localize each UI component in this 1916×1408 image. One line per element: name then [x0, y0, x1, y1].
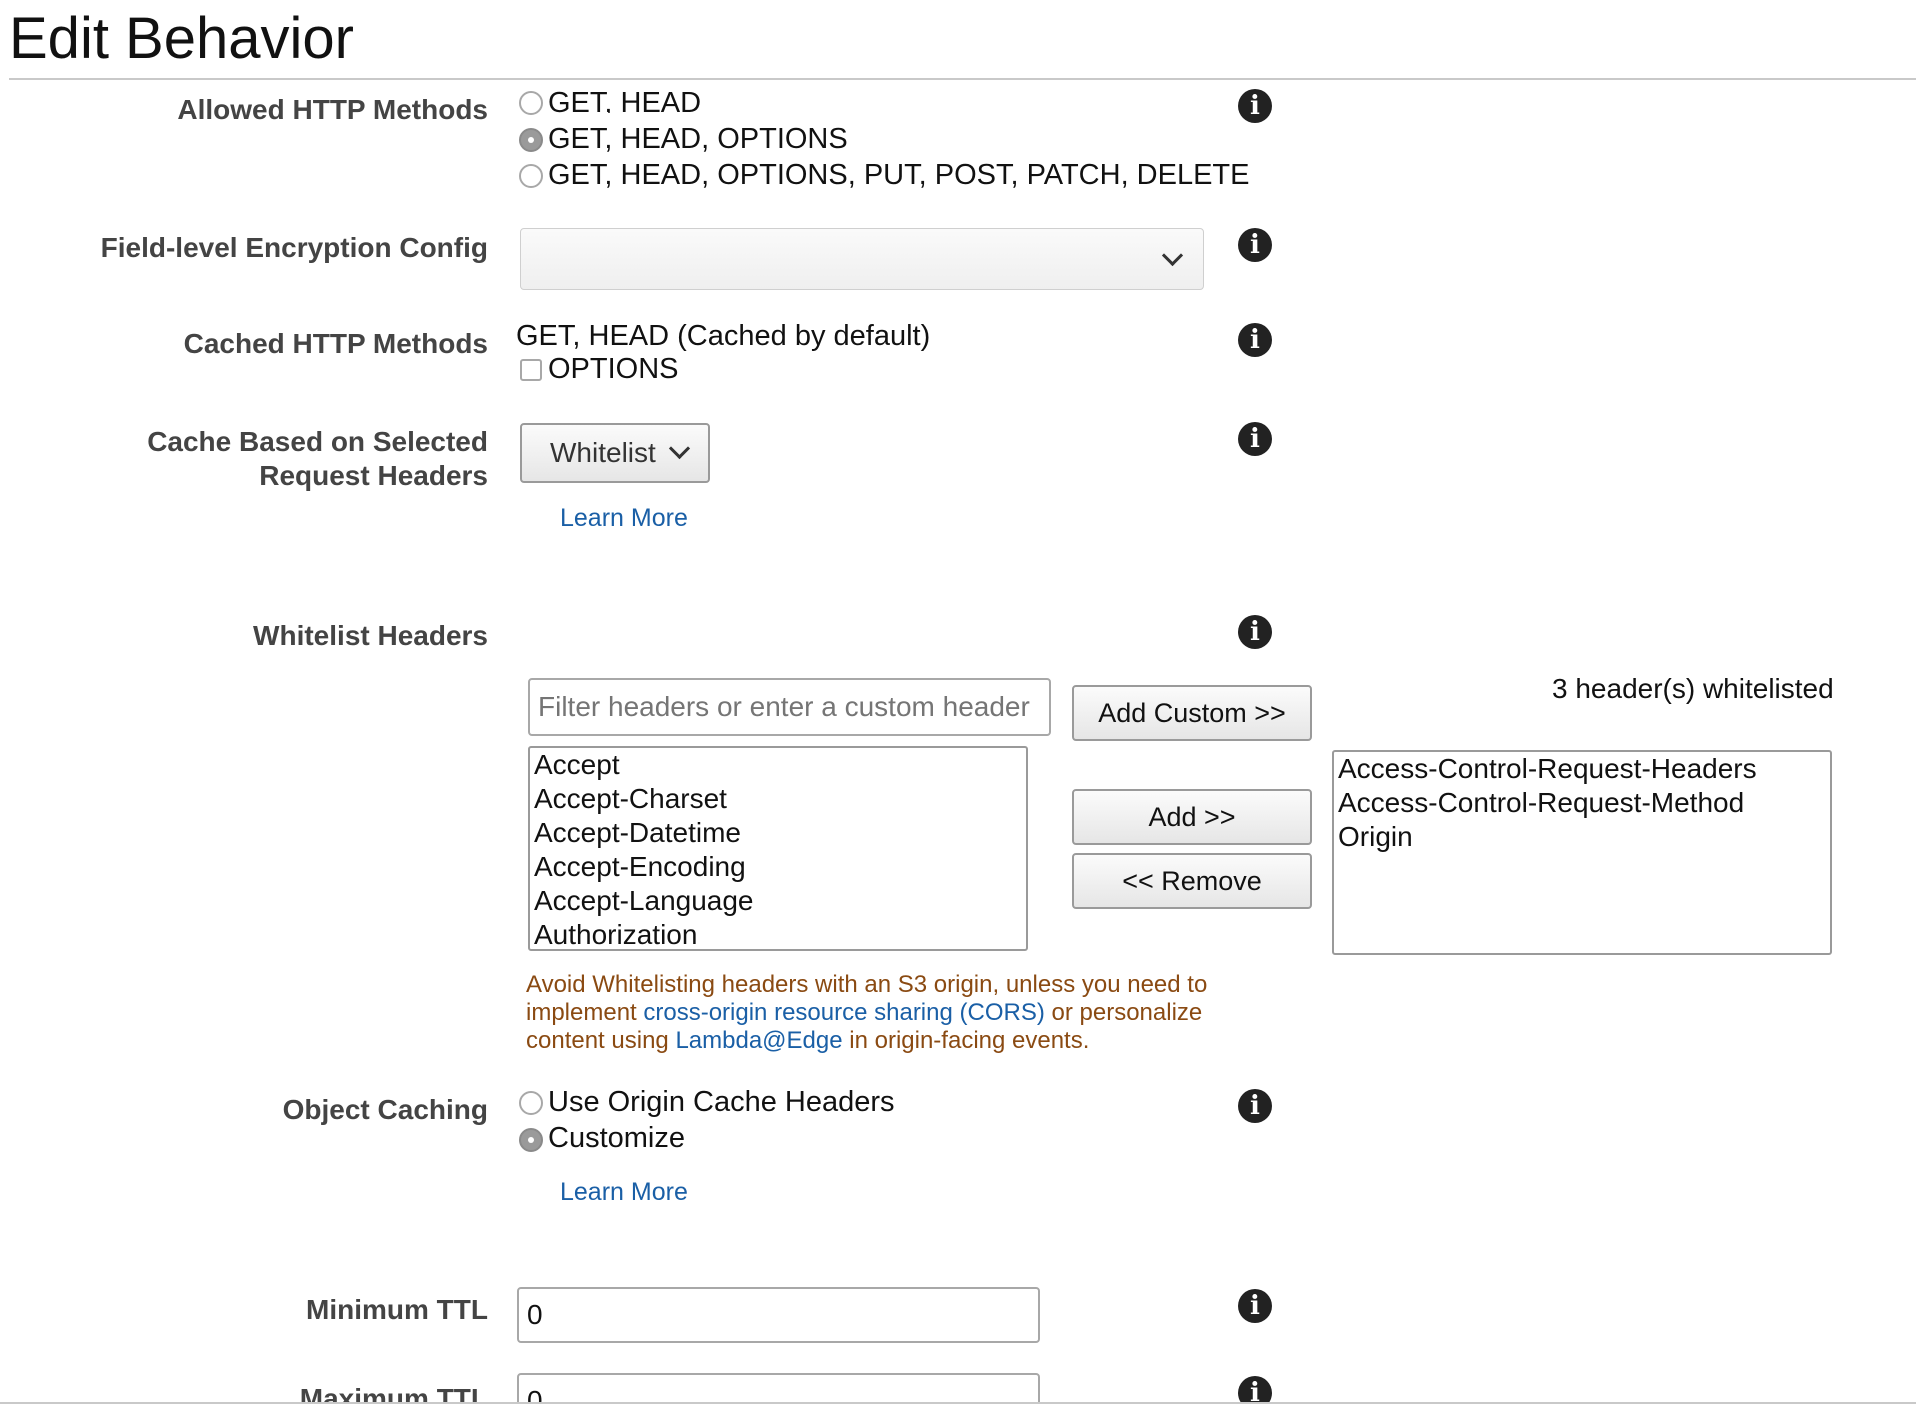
cache-headers-select[interactable]: Whitelist: [520, 423, 710, 483]
chevron-down-icon: [1161, 244, 1184, 267]
warning-text: or personalize: [1044, 999, 1203, 1026]
minimum-ttl-input[interactable]: [517, 1287, 1040, 1343]
list-item[interactable]: Origin: [1334, 820, 1830, 854]
info-icon[interactable]: i: [1238, 1089, 1272, 1123]
radio-use-origin-cache-headers[interactable]: [519, 1091, 543, 1115]
warning-text: in origin-facing events.: [842, 1027, 1090, 1054]
info-icon[interactable]: i: [1238, 422, 1272, 456]
list-item[interactable]: Authorization: [530, 918, 1026, 949]
cache-headers-label-line2: Request Headers: [259, 460, 488, 491]
info-icon[interactable]: i: [1238, 323, 1272, 357]
lambda-edge-link[interactable]: Lambda@Edge: [675, 1027, 842, 1054]
warning-text: content using: [526, 1027, 676, 1054]
cached-methods-label: Cached HTTP Methods: [183, 328, 488, 359]
add-button[interactable]: Add >>: [1072, 789, 1312, 845]
learn-more-object-caching-link[interactable]: Learn More: [560, 1177, 688, 1207]
option-allowed-all-methods: GET, HEAD, OPTIONS, PUT, POST, PATCH, DE…: [548, 159, 1250, 191]
info-icon[interactable]: i: [1238, 1289, 1272, 1323]
learn-more-cache-headers-link[interactable]: Learn More: [560, 503, 688, 533]
field-level-encryption-select[interactable]: [520, 228, 1204, 290]
list-item[interactable]: Accept-Datetime: [530, 816, 1026, 850]
option-customize: Customize: [548, 1122, 685, 1154]
list-item[interactable]: Access-Control-Request-Headers: [1334, 752, 1830, 786]
list-item[interactable]: Accept-Encoding: [530, 850, 1026, 884]
remove-button[interactable]: << Remove: [1072, 853, 1312, 909]
info-icon[interactable]: i: [1238, 1376, 1272, 1402]
header-filter-input[interactable]: [528, 678, 1051, 736]
cache-headers-label-line1: Cache Based on Selected: [147, 426, 488, 457]
list-item[interactable]: Accept: [530, 748, 1026, 782]
chevron-down-icon: [668, 437, 691, 460]
info-icon[interactable]: i: [1238, 615, 1272, 649]
warning-line-1: Avoid Whitelisting headers with an S3 or…: [526, 971, 1208, 998]
cors-link[interactable]: cross-origin resource sharing (CORS): [643, 999, 1044, 1026]
maximum-ttl-input[interactable]: [517, 1373, 1040, 1402]
warning-line-2: implement cross-origin resource sharing …: [526, 999, 1207, 1027]
list-item[interactable]: Accept-Language: [530, 884, 1026, 918]
whitelist-headers-label: Whitelist Headers: [253, 620, 488, 651]
whitelist-warning: Avoid Whitelisting headers with an S3 or…: [526, 971, 1207, 1055]
warning-line-3: content using Lambda@Edge in origin-faci…: [526, 1027, 1207, 1055]
header-divider: [9, 78, 1916, 80]
checkbox-cache-options[interactable]: [520, 359, 542, 381]
add-custom-button[interactable]: Add Custom >>: [1072, 685, 1312, 741]
cached-methods-default: GET, HEAD (Cached by default): [516, 320, 931, 352]
field-level-encryption-label: Field-level Encryption Config: [100, 232, 488, 263]
warning-text: implement: [526, 999, 644, 1026]
radio-customize[interactable]: [519, 1128, 543, 1152]
radio-allowed-get-head-options[interactable]: [519, 128, 543, 152]
object-caching-label: Object Caching: [282, 1094, 488, 1125]
footer-divider: [0, 1402, 1916, 1404]
page-title: Edit Behavior: [9, 6, 354, 71]
maximum-ttl-row: Maximum TTL i: [0, 1370, 1916, 1402]
cache-headers-select-value: Whitelist: [550, 437, 656, 468]
option-allowed-get-head: GET, HEAD: [548, 87, 702, 113]
option-allowed-get-head-options: GET, HEAD, OPTIONS: [548, 123, 848, 155]
list-item[interactable]: Accept-Charset: [530, 782, 1026, 816]
cache-options-label: OPTIONS: [548, 353, 679, 385]
list-item[interactable]: Access-Control-Request-Method: [1334, 786, 1830, 820]
whitelisted-count: 3 header(s) whitelisted: [1552, 673, 1834, 704]
radio-allowed-all-methods[interactable]: [519, 164, 543, 188]
allowed-methods-label: Allowed HTTP Methods: [177, 94, 488, 125]
whitelisted-headers-list[interactable]: Access-Control-Request-Headers Access-Co…: [1332, 750, 1832, 955]
maximum-ttl-label: Maximum TTL: [299, 1383, 488, 1402]
minimum-ttl-label: Minimum TTL: [306, 1294, 488, 1325]
radio-allowed-get-head[interactable]: [519, 91, 543, 115]
available-headers-list[interactable]: Accept Accept-Charset Accept-Datetime Ac…: [528, 746, 1028, 951]
info-icon[interactable]: i: [1238, 228, 1272, 262]
option-use-origin-cache-headers: Use Origin Cache Headers: [548, 1086, 895, 1118]
info-icon[interactable]: i: [1238, 89, 1272, 123]
